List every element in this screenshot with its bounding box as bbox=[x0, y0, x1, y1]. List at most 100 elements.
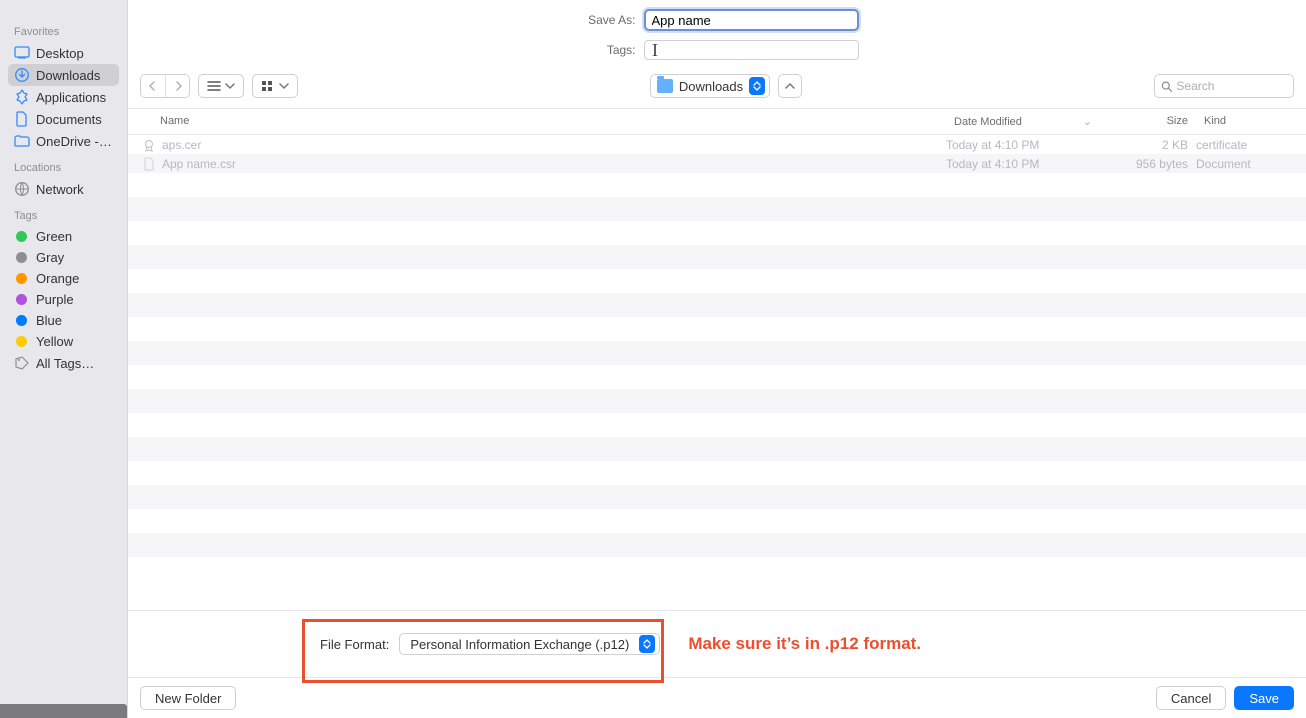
empty-row bbox=[128, 293, 1306, 317]
file-list[interactable]: aps.cer Today at 4:10 PM 2 KB certificat… bbox=[128, 135, 1306, 610]
tags-label: Tags: bbox=[576, 43, 636, 57]
sidebar-tag-green[interactable]: Green bbox=[8, 226, 119, 247]
column-size[interactable]: Size bbox=[1106, 109, 1196, 134]
nav-history bbox=[140, 74, 190, 98]
empty-row bbox=[128, 533, 1306, 557]
tags-input[interactable] bbox=[644, 40, 859, 60]
desktop-icon bbox=[14, 45, 30, 61]
document-icon bbox=[142, 157, 156, 171]
tag-dot-icon bbox=[16, 273, 27, 284]
sidebar-item-label: Yellow bbox=[36, 334, 73, 349]
empty-row bbox=[128, 485, 1306, 509]
empty-row bbox=[128, 245, 1306, 269]
file-row[interactable]: App name.csr Today at 4:10 PM 956 bytes … bbox=[128, 154, 1306, 173]
sidebar-item-label: Green bbox=[36, 229, 72, 244]
chevron-down-icon bbox=[225, 81, 235, 91]
table-header: Name Date Modified⌄ Size Kind bbox=[128, 109, 1306, 135]
empty-row bbox=[128, 269, 1306, 293]
sidebar-item-label: Applications bbox=[36, 90, 106, 105]
sidebar-all-tags[interactable]: All Tags… bbox=[8, 352, 119, 374]
sidebar-item-downloads[interactable]: Downloads bbox=[8, 64, 119, 86]
sort-indicator-icon: ⌄ bbox=[1083, 115, 1092, 128]
file-kind: Document bbox=[1196, 157, 1306, 171]
sidebar-item-onedrive[interactable]: OneDrive -… bbox=[8, 130, 119, 152]
network-icon bbox=[14, 181, 30, 197]
sidebar-item-label: Documents bbox=[36, 112, 102, 127]
column-name[interactable]: Name bbox=[128, 109, 946, 134]
tag-dot-icon bbox=[16, 252, 27, 263]
sidebar-item-label: Gray bbox=[36, 250, 64, 265]
search-icon bbox=[1161, 80, 1172, 93]
collapse-button[interactable] bbox=[778, 74, 802, 98]
documents-icon bbox=[14, 111, 30, 127]
sidebar-item-label: All Tags… bbox=[36, 356, 94, 371]
file-kind: certificate bbox=[1196, 138, 1306, 152]
location-popup[interactable]: Downloads bbox=[650, 74, 770, 98]
empty-row bbox=[128, 365, 1306, 389]
applications-icon bbox=[14, 89, 30, 105]
empty-row bbox=[128, 509, 1306, 533]
tag-dot-icon bbox=[16, 315, 27, 326]
save-button[interactable]: Save bbox=[1234, 686, 1294, 710]
window-resize-handle bbox=[0, 704, 127, 718]
file-format-select[interactable]: Personal Information Exchange (.p12) bbox=[399, 633, 660, 655]
sidebar-item-label: Purple bbox=[36, 292, 74, 307]
file-row[interactable]: aps.cer Today at 4:10 PM 2 KB certificat… bbox=[128, 135, 1306, 154]
cloud-folder-icon bbox=[14, 133, 30, 149]
all-tags-icon bbox=[14, 355, 30, 371]
updown-arrows-icon bbox=[749, 77, 765, 95]
column-date-modified[interactable]: Date Modified⌄ bbox=[946, 109, 1106, 134]
sidebar-item-label: Network bbox=[36, 182, 84, 197]
sidebar-tag-yellow[interactable]: Yellow bbox=[8, 331, 119, 352]
save-as-label: Save As: bbox=[576, 13, 636, 27]
sidebar-tag-purple[interactable]: Purple bbox=[8, 289, 119, 310]
cancel-button[interactable]: Cancel bbox=[1156, 686, 1226, 710]
certificate-icon bbox=[142, 138, 156, 152]
sidebar-item-desktop[interactable]: Desktop bbox=[8, 42, 119, 64]
back-button[interactable] bbox=[141, 75, 165, 97]
chevron-down-icon bbox=[279, 81, 289, 91]
main-content: Save As: Tags: I Downloads bbox=[128, 0, 1306, 718]
sidebar-tag-orange[interactable]: Orange bbox=[8, 268, 119, 289]
empty-row bbox=[128, 173, 1306, 197]
search-input[interactable] bbox=[1176, 79, 1287, 93]
empty-row bbox=[128, 197, 1306, 221]
tag-dot-icon bbox=[16, 294, 27, 305]
sidebar-item-label: Blue bbox=[36, 313, 62, 328]
new-folder-button[interactable]: New Folder bbox=[140, 686, 236, 710]
tag-dot-icon bbox=[16, 231, 27, 242]
toolbar: Downloads bbox=[128, 68, 1306, 109]
list-icon bbox=[207, 80, 221, 92]
sidebar-item-network[interactable]: Network bbox=[8, 178, 119, 200]
file-date: Today at 4:10 PM bbox=[946, 138, 1106, 152]
empty-row bbox=[128, 317, 1306, 341]
view-list-button[interactable] bbox=[198, 74, 244, 98]
sidebar-item-label: OneDrive -… bbox=[36, 134, 112, 149]
sidebar-tag-blue[interactable]: Blue bbox=[8, 310, 119, 331]
search-field[interactable] bbox=[1154, 74, 1294, 98]
empty-row bbox=[128, 341, 1306, 365]
sidebar-item-label: Desktop bbox=[36, 46, 84, 61]
sidebar-tag-gray[interactable]: Gray bbox=[8, 247, 119, 268]
view-grid-button[interactable] bbox=[252, 74, 298, 98]
file-format-label: File Format: bbox=[320, 637, 389, 652]
file-size: 956 bytes bbox=[1106, 157, 1196, 171]
sidebar-item-applications[interactable]: Applications bbox=[8, 86, 119, 108]
grid-icon bbox=[261, 80, 275, 92]
sidebar-item-label: Orange bbox=[36, 271, 79, 286]
updown-arrows-icon bbox=[639, 635, 655, 653]
forward-button[interactable] bbox=[165, 75, 189, 97]
empty-row bbox=[128, 461, 1306, 485]
tag-dot-icon bbox=[16, 336, 27, 347]
empty-row bbox=[128, 389, 1306, 413]
column-kind[interactable]: Kind bbox=[1196, 109, 1306, 134]
save-as-input[interactable] bbox=[644, 9, 859, 31]
footer: New Folder Cancel Save bbox=[128, 677, 1306, 718]
file-date: Today at 4:10 PM bbox=[946, 157, 1106, 171]
empty-row bbox=[128, 437, 1306, 461]
file-size: 2 KB bbox=[1106, 138, 1196, 152]
sidebar-item-documents[interactable]: Documents bbox=[8, 108, 119, 130]
sidebar-section-locations: Locations bbox=[8, 158, 119, 178]
location-label: Downloads bbox=[679, 79, 743, 94]
file-name: App name.csr bbox=[162, 157, 236, 171]
